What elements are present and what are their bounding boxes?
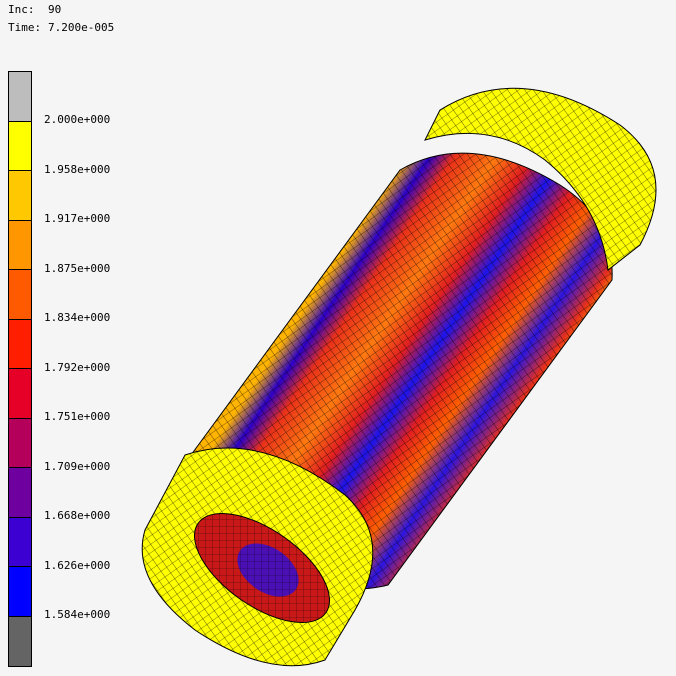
fem-tube-model-viewport[interactable]: [0, 0, 676, 676]
